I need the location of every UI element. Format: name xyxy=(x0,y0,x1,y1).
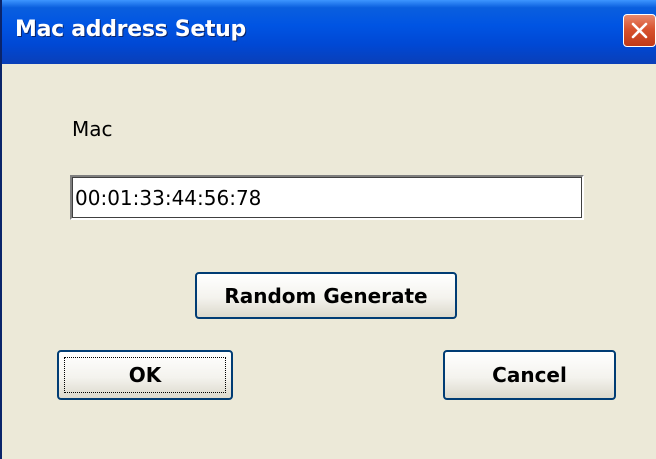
mac-label: Mac xyxy=(72,117,113,141)
close-button[interactable] xyxy=(623,14,656,47)
mac-address-setup-dialog: Mac address Setup Mac Random Generate OK… xyxy=(0,0,656,459)
cancel-button[interactable]: Cancel xyxy=(443,350,616,400)
mac-address-input[interactable] xyxy=(70,175,584,220)
close-icon xyxy=(631,22,648,39)
title-bar[interactable]: Mac address Setup xyxy=(2,0,656,64)
ok-button[interactable]: OK xyxy=(57,350,233,400)
ok-button-label: OK xyxy=(128,363,162,387)
random-generate-button[interactable]: Random Generate xyxy=(195,272,457,319)
window-title: Mac address Setup xyxy=(15,17,246,42)
